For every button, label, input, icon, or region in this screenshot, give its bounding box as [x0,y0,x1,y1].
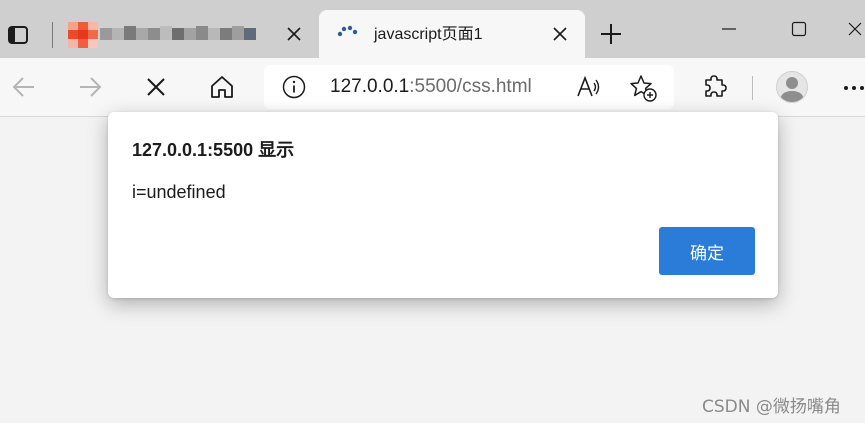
minimize-icon [722,28,736,30]
more-icon[interactable] [840,76,865,100]
tab-actions-button[interactable] [4,21,32,49]
tab-close-button[interactable] [284,24,304,44]
maximize-icon [791,21,807,37]
toolbar-separator [752,76,753,100]
avatar-icon [780,77,804,102]
close-icon [553,27,567,41]
blurred-tab-title [100,26,256,40]
read-aloud-icon[interactable] [576,75,602,99]
stop-loading-icon [147,78,165,96]
add-favorite-icon[interactable] [629,74,657,102]
forward-arrow-icon [80,77,102,97]
close-icon [848,22,862,36]
profile-button[interactable] [776,71,808,103]
tab-active[interactable]: javascript页面1 [319,10,585,58]
back-arrow-icon [12,77,34,97]
maximize-button[interactable] [779,14,819,44]
info-icon[interactable] [282,75,306,99]
dialog-title: 127.0.0.1:5500 显示 [132,140,295,160]
home-icon [211,76,233,98]
toolbar: 127.0.0.1:5500/css.html [0,58,865,117]
tab-title: javascript页面1 [374,26,483,43]
back-button[interactable] [8,71,40,103]
ok-button[interactable]: 确定 [659,227,755,275]
address-bar[interactable]: 127.0.0.1:5500/css.html [264,65,674,109]
tab-inactive[interactable] [60,10,314,58]
url-host: 127.0.0.1 [330,76,410,97]
plus-icon [601,24,621,44]
close-icon [287,27,301,41]
url-text[interactable]: 127.0.0.1:5500/css.html [330,75,532,99]
forward-button[interactable] [74,71,106,103]
window-close-button[interactable] [835,14,865,44]
tab-close-button[interactable] [550,24,570,44]
dialog-message: i=undefined [132,182,226,202]
puzzle-icon [705,75,727,97]
loading-spinner-icon [337,25,358,37]
url-path: :5500/css.html [409,76,532,97]
minimize-button[interactable] [709,14,749,44]
watermark: CSDN @微扬嘴角 [702,397,841,417]
tab-separator [52,22,53,48]
new-tab-button[interactable] [596,19,626,49]
blurred-favicon-icon [68,22,98,48]
alert-dialog: 127.0.0.1:5500 显示 i=undefined 确定 [108,112,778,298]
tab-actions-icon [8,26,28,44]
home-button[interactable] [206,71,238,103]
stop-loading-button[interactable] [140,71,172,103]
extensions-button[interactable] [699,71,731,103]
tab-strip: javascript页面1 [0,0,865,58]
